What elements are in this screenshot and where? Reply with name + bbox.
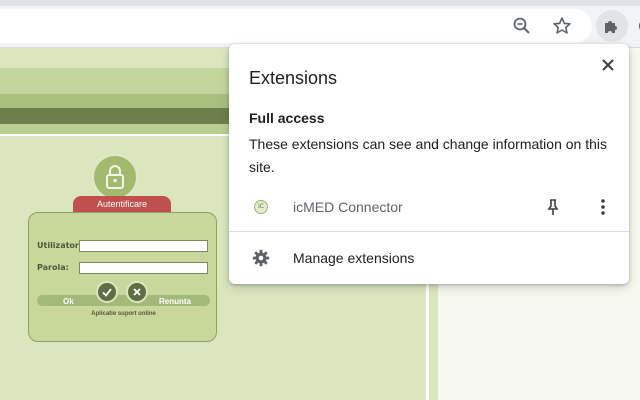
full-access-heading: Full access <box>249 110 325 126</box>
bookmark-star-icon[interactable] <box>548 12 576 40</box>
extensions-puzzle-icon[interactable] <box>596 10 628 42</box>
login-banner: Autentificare <box>73 196 171 212</box>
username-input[interactable] <box>79 240 208 252</box>
username-label: Utilizator: <box>37 241 83 250</box>
more-vertical-icon[interactable] <box>593 196 613 218</box>
lock-icon <box>92 154 138 200</box>
login-form: Utilizator: Parola: Ok Renunta Aplicatie… <box>28 212 217 342</box>
ok-label[interactable]: Ok <box>63 297 74 306</box>
x-icon <box>133 288 141 296</box>
close-icon[interactable] <box>597 54 619 76</box>
manage-extensions-item[interactable]: Manage extensions <box>229 244 629 274</box>
pin-icon[interactable] <box>543 196 563 218</box>
tab-strip <box>0 0 640 6</box>
password-input[interactable] <box>79 262 208 274</box>
extensions-popup: Extensions Full access These extensions … <box>229 44 629 284</box>
popup-title: Extensions <box>249 68 338 88</box>
password-label: Parola: <box>37 263 69 272</box>
gear-icon <box>251 248 271 268</box>
icmed-extension-icon: iC <box>254 200 268 214</box>
profile-icon[interactable] <box>632 12 640 40</box>
cancel-x-button[interactable] <box>126 281 148 303</box>
zoom-out-icon[interactable] <box>508 12 536 40</box>
full-access-description: These extensions can see and change info… <box>249 136 608 175</box>
browser-toolbar <box>0 0 640 48</box>
ok-check-button[interactable] <box>96 281 118 303</box>
support-link[interactable]: Aplicatie suport online <box>29 311 218 317</box>
address-bar[interactable] <box>0 9 592 43</box>
cancel-label[interactable]: Renunta <box>159 297 191 306</box>
extension-item[interactable]: iC icMED Connector <box>229 192 629 222</box>
popup-divider <box>229 231 629 232</box>
manage-extensions-label[interactable]: Manage extensions <box>293 250 414 266</box>
extension-name[interactable]: icMED Connector <box>293 199 403 215</box>
check-icon <box>102 288 112 297</box>
